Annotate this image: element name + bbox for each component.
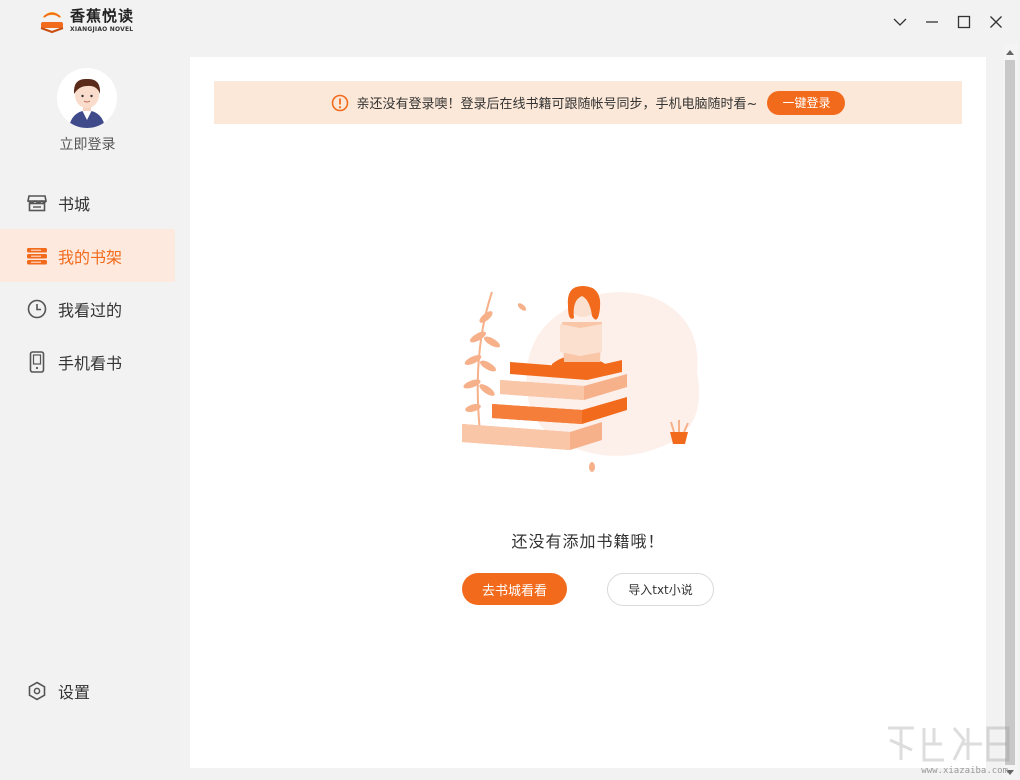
user-avatar-icon (57, 68, 117, 128)
minimize-button[interactable] (922, 12, 942, 32)
sidebar-item-history[interactable]: 我看过的 (0, 282, 175, 335)
chevron-down-icon (893, 18, 907, 26)
avatar[interactable] (57, 68, 117, 128)
app-subtitle: XIANGJIAO NOVEL (70, 26, 134, 33)
banana-logo-icon (40, 12, 64, 34)
vertical-scrollbar[interactable] (1003, 44, 1018, 780)
sidebar-nav: 书城 我的书架 我看过的 手机看书 (0, 176, 175, 388)
minimize-icon (926, 21, 938, 23)
settings-icon (26, 680, 48, 702)
sidebar: 香蕉悦读 XIANGJIAO NOVEL 立即登录 书城 我的书架 我看过的 手… (0, 0, 175, 780)
import-txt-button[interactable]: 导入txt小说 (607, 573, 714, 606)
sidebar-item-mobile[interactable]: 手机看书 (0, 335, 175, 388)
sidebar-item-label: 书城 (58, 194, 91, 214)
empty-bookshelf-illustration (462, 285, 700, 472)
app-logo: 香蕉悦读 XIANGJIAO NOVEL (38, 8, 134, 34)
bookshelf-panel: 亲还没有登录噢！登录后在线书籍可跟随帐号同步，手机电脑随时看~ 一键登录 还没有… (190, 57, 986, 768)
login-prompt-text: 亲还没有登录噢！登录后在线书籍可跟随帐号同步，手机电脑随时看~ (356, 97, 758, 112)
clock-icon (26, 298, 48, 320)
sidebar-item-label: 手机看书 (58, 353, 123, 373)
sidebar-item-label: 我看过的 (58, 300, 123, 320)
login-prompt-banner: 亲还没有登录噢！登录后在线书籍可跟随帐号同步，手机电脑随时看~ 一键登录 (214, 81, 962, 124)
bookshelf-icon (26, 245, 48, 267)
watermark-text: www.xiazaiba.com (921, 766, 1008, 776)
phone-icon (26, 350, 48, 373)
dropdown-button[interactable] (890, 12, 910, 32)
app-name: 香蕉悦读 (70, 7, 135, 25)
store-icon (26, 192, 48, 214)
window-controls (890, 12, 1006, 32)
quick-login-button[interactable]: 一键登录 (767, 90, 846, 115)
scroll-up-arrow-icon[interactable] (1005, 47, 1015, 57)
sidebar-item-bookstore[interactable]: 书城 (0, 176, 175, 229)
close-icon (990, 16, 1002, 28)
empty-state-message: 还没有添加书籍哦！ (511, 532, 665, 551)
sidebar-item-settings[interactable]: 设置 (0, 664, 175, 717)
close-button[interactable] (986, 12, 1006, 32)
login-link[interactable]: 立即登录 (0, 134, 175, 154)
go-to-bookstore-button[interactable]: 去书城看看 (462, 573, 567, 605)
sidebar-item-label: 我的书架 (58, 247, 123, 267)
maximize-button[interactable] (954, 12, 974, 32)
maximize-icon (957, 15, 971, 29)
sidebar-item-bookshelf[interactable]: 我的书架 (0, 229, 175, 282)
sidebar-item-label: 设置 (58, 682, 91, 702)
warning-icon (331, 94, 348, 111)
scroll-thumb[interactable] (1005, 60, 1015, 765)
